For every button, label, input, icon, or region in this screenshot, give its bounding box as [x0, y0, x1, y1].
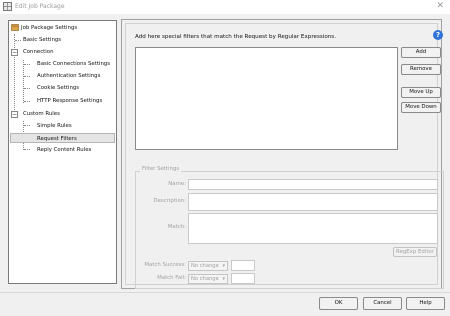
- tree-item-reply-content-rules[interactable]: Reply Content Rules: [37, 145, 91, 155]
- match-fail-value: No change: [191, 276, 219, 282]
- footer-divider: [0, 292, 450, 293]
- remove-button[interactable]: Remove: [401, 64, 441, 75]
- regexp-editor-button[interactable]: RegExp Editor: [393, 247, 437, 257]
- tree-connector: [24, 88, 30, 89]
- tree-item-job-package-settings[interactable]: Job Package Settings: [21, 23, 77, 33]
- panel-content: Add here special filters that match the …: [125, 23, 444, 289]
- tree-item-simple-rules[interactable]: Simple Rules: [37, 121, 72, 131]
- match-success-field[interactable]: [231, 260, 255, 271]
- request-filters-panel: Add here special filters that match the …: [121, 19, 444, 289]
- panel-description: Add here special filters that match the …: [135, 34, 336, 40]
- tree-item-http-response-settings[interactable]: HTTP Response Settings: [37, 96, 102, 106]
- package-icon: [3, 2, 12, 11]
- move-down-button[interactable]: Move Down: [401, 102, 441, 113]
- tree-item-request-filters[interactable]: Request Filters: [10, 133, 115, 143]
- match-success-label: Match Success:: [144, 262, 186, 268]
- match-label: Match:: [167, 224, 186, 230]
- tree-item-connection[interactable]: Connection: [23, 47, 54, 57]
- tree-connector: [14, 34, 15, 114]
- tree-item-authentication-settings[interactable]: Authentication Settings: [37, 71, 100, 81]
- name-label: Name:: [168, 181, 186, 187]
- match-success-value: No change: [191, 263, 219, 269]
- tree-connector: [24, 101, 30, 102]
- name-field[interactable]: [188, 179, 438, 190]
- tree-connector: [24, 64, 30, 65]
- match-field[interactable]: [188, 213, 438, 244]
- filter-settings-legend: Filter Settings: [140, 166, 182, 172]
- cancel-button[interactable]: Cancel: [363, 297, 402, 310]
- filter-list[interactable]: [135, 47, 398, 150]
- match-fail-select[interactable]: No change ▾: [188, 274, 228, 284]
- tree-item-basic-connections-settings[interactable]: Basic Connections Settings: [37, 59, 110, 69]
- add-button[interactable]: Add: [401, 47, 441, 58]
- tree-item-cookie-settings[interactable]: Cookie Settings: [37, 83, 79, 93]
- tree-connector: [15, 40, 21, 41]
- move-up-button[interactable]: Move Up: [401, 87, 441, 98]
- tree-item-basic-settings[interactable]: Basic Settings: [23, 35, 61, 45]
- match-fail-field[interactable]: [231, 273, 255, 284]
- description-label: Description:: [153, 198, 186, 204]
- chevron-down-icon: ▾: [222, 263, 225, 269]
- window-title: Edit Job Package: [15, 3, 65, 10]
- ok-button[interactable]: OK: [319, 297, 358, 310]
- package-icon: [11, 24, 19, 31]
- title-bar: Edit Job Package ✕: [0, 0, 450, 14]
- tree-item-custom-rules[interactable]: Custom Rules: [23, 109, 60, 119]
- settings-tree: Job Package Settings Basic Settings − Co…: [8, 20, 117, 284]
- match-fail-label: Match Fail:: [157, 275, 186, 281]
- close-icon[interactable]: ✕: [436, 1, 444, 11]
- tree-connector: [24, 149, 30, 150]
- help-button[interactable]: Help: [406, 297, 445, 310]
- description-field[interactable]: [188, 193, 438, 211]
- help-icon[interactable]: ?: [433, 30, 443, 40]
- tree-connector: [24, 76, 30, 77]
- collapse-toggle-custom-rules[interactable]: −: [11, 111, 18, 118]
- match-success-select[interactable]: No change ▾: [188, 261, 228, 271]
- tree-connector: [24, 125, 30, 126]
- tree-connector: [23, 60, 24, 103]
- chevron-down-icon: ▾: [222, 276, 225, 282]
- collapse-toggle-connection[interactable]: −: [11, 49, 18, 56]
